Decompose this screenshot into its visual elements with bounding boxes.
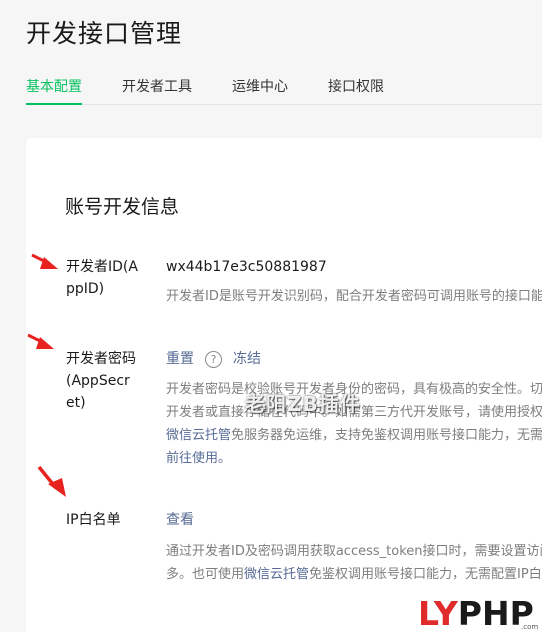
- view-whitelist-link[interactable]: 查看: [166, 512, 194, 528]
- ip-desc-line-2: 多。也可使用微信云托管免鉴权调用账号接口能力，无需配置IP白名单。: [166, 563, 542, 586]
- page-title: 开发接口管理: [26, 19, 183, 48]
- cloud-hosting-link[interactable]: 微信云托管: [166, 428, 231, 443]
- ip-description: 通过开发者ID及密码调用获取access_token接口时，需要设置访问来源IP…: [166, 540, 542, 586]
- appid-label: 开发者ID(AppID): [66, 259, 138, 297]
- appid-description: 开发者ID是账号开发识别码，配合开发者密码可调用账号的接口能力。: [166, 285, 542, 308]
- logo-suffix: .com: [521, 623, 539, 631]
- secret-desc-line-3: 微信云托管免服务器免运维，支持免鉴权调用账号接口能力，无需启用开发者密码。: [166, 424, 542, 447]
- tab-api-permissions[interactable]: 接口权限: [328, 76, 384, 105]
- ip-desc-line-2b: 免鉴权调用账号接口能力，无需配置IP白名单。: [309, 567, 542, 582]
- arrow-secret-icon: [27, 333, 54, 349]
- secret-desc-line-4: 前往使用。: [166, 447, 542, 470]
- ip-whitelist-actions: 查看: [166, 509, 194, 531]
- appid-desc-text: 开发者ID是账号开发识别码，配合开发者密码可调用账号的接口能力。: [166, 289, 542, 304]
- tab-bar: 基本配置 开发者工具 运维中心 接口权限: [26, 76, 542, 105]
- tab-developer-tools[interactable]: 开发者工具: [122, 76, 192, 105]
- tab-ops-center[interactable]: 运维中心: [232, 76, 288, 105]
- section-title: 账号开发信息: [65, 196, 180, 218]
- secret-label: 开发者密码(AppSecret): [66, 351, 136, 411]
- help-icon[interactable]: ?: [205, 350, 222, 368]
- cloud-hosting-link-2[interactable]: 微信云托管: [244, 567, 309, 582]
- secret-actions: 重置 ? 冻结: [166, 348, 261, 370]
- secret-desc-line-3-text: 免服务器免运维，支持免鉴权调用账号接口能力，无需启用开发者密码。: [231, 428, 542, 443]
- logo-part-ly: LY: [418, 594, 458, 632]
- arrow-appid-icon: [31, 253, 58, 269]
- reset-secret-link[interactable]: 重置: [166, 348, 194, 370]
- go-use-link[interactable]: 前往使用。: [166, 451, 231, 466]
- lyphp-logo: LYPHP: [418, 596, 534, 632]
- ip-desc-line-2a: 多。也可使用: [166, 567, 245, 582]
- ip-whitelist-label: IP白名单: [66, 512, 121, 528]
- freeze-secret-link[interactable]: 冻结: [233, 348, 261, 370]
- appid-value: wx44b17e3c50881987: [166, 259, 327, 275]
- ip-desc-line-1: 通过开发者ID及密码调用获取access_token接口时，需要设置访问来源IP…: [166, 544, 542, 559]
- arrow-ip-icon: [37, 465, 66, 497]
- tab-basic-config[interactable]: 基本配置: [26, 76, 82, 105]
- watermark-text: 老阳ZB插件: [245, 392, 361, 416]
